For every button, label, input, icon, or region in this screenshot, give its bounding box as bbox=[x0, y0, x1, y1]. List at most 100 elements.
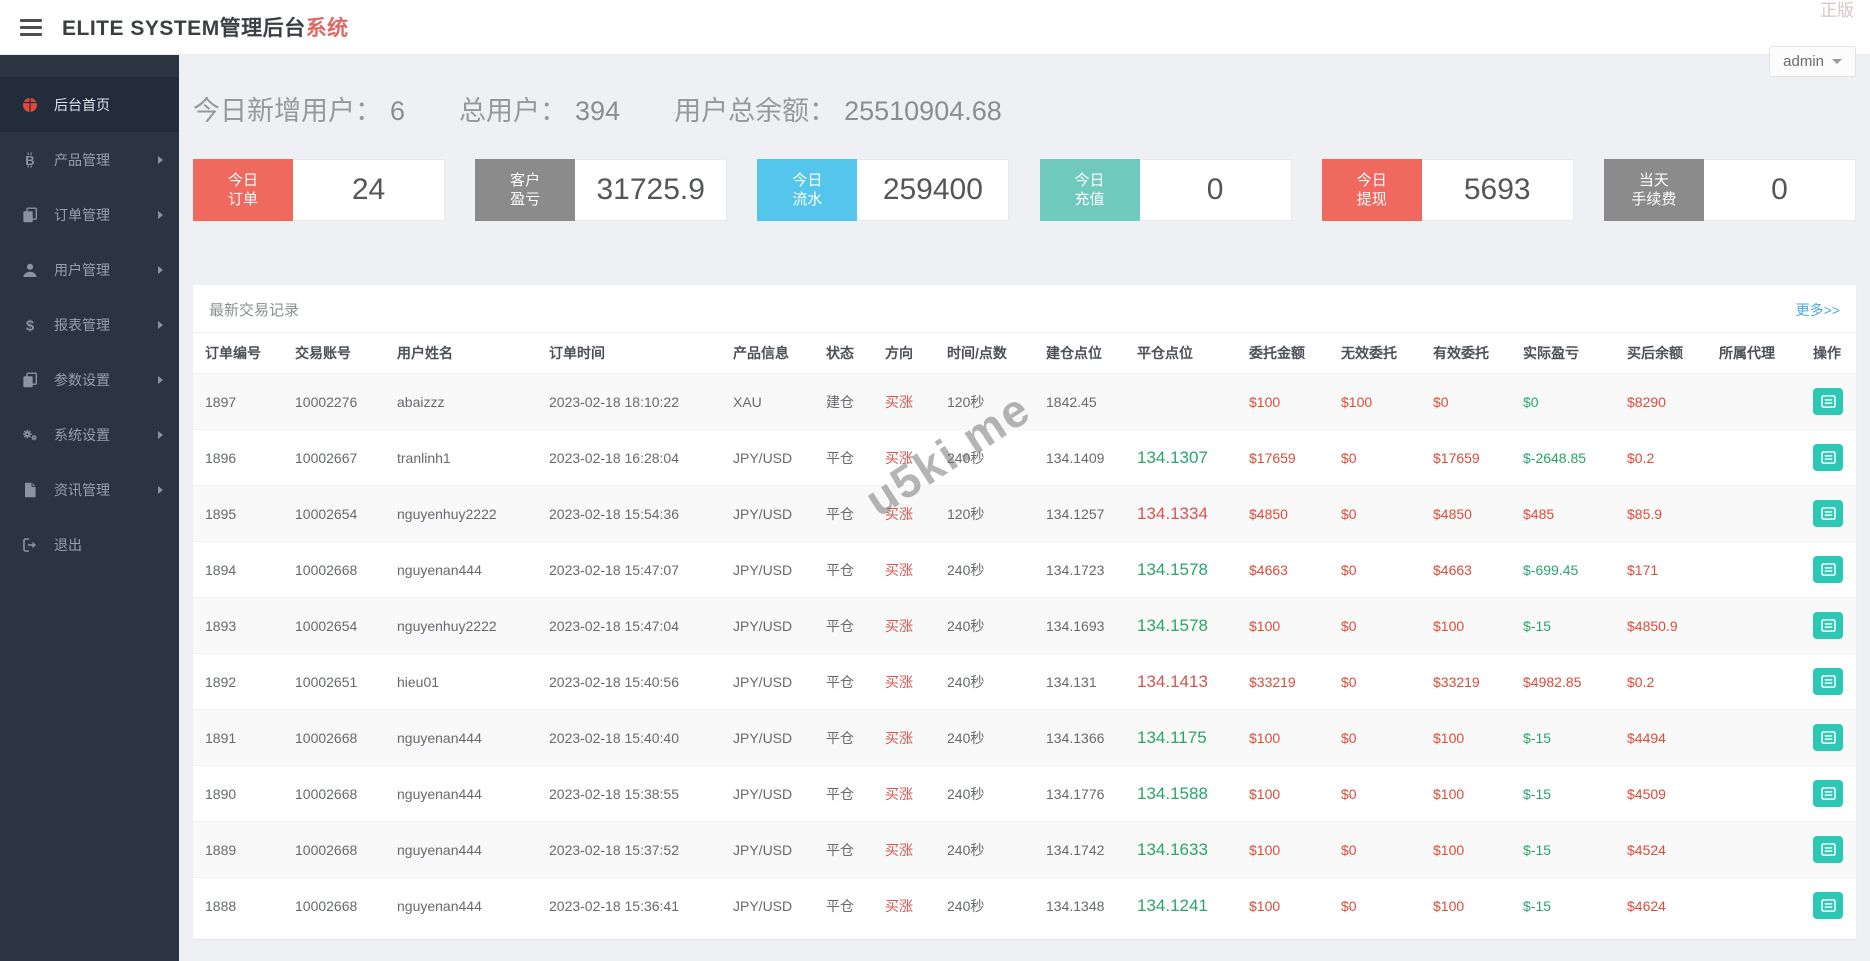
cell-open-price: 134.1742 bbox=[1034, 821, 1125, 878]
cell-close-price: 134.1175 bbox=[1125, 709, 1237, 766]
cell-user-name: nguyenhuy2222 bbox=[385, 485, 537, 542]
column-header: 交易账号 bbox=[283, 332, 385, 374]
trades-table: 订单编号 交易账号 用户姓名 订单时间 产品信息 状态 方向 时间/点数 建仓点位 平仓点位 委托金… bbox=[193, 332, 1856, 933]
cell-invalid-entrust: $0 bbox=[1329, 821, 1421, 878]
user-icon bbox=[22, 262, 42, 278]
cell-user-name: nguyenhuy2222 bbox=[385, 597, 537, 654]
row-detail-button[interactable] bbox=[1813, 556, 1843, 583]
logout-icon bbox=[22, 537, 42, 553]
row-detail-button[interactable] bbox=[1813, 780, 1843, 807]
row-detail-button[interactable] bbox=[1813, 668, 1843, 695]
row-detail-button[interactable] bbox=[1813, 388, 1843, 415]
cell-product: JPY/USD bbox=[721, 597, 814, 654]
cell-actual-profit: $0 bbox=[1511, 373, 1615, 430]
sidebar-item-label: 退出 bbox=[54, 536, 82, 553]
cell-order-time: 2023-02-18 15:54:36 bbox=[537, 485, 721, 542]
sidebar-item-logout[interactable]: 退出 bbox=[0, 517, 179, 572]
sidebar-item-label: 订单管理 bbox=[54, 206, 110, 223]
stat-card-label: 今日 订单 bbox=[193, 159, 293, 221]
cell-action bbox=[1801, 373, 1856, 430]
cell-order-time: 2023-02-18 15:36:41 bbox=[537, 877, 721, 933]
column-header: 无效委托 bbox=[1329, 332, 1421, 374]
cell-status: 平仓 bbox=[814, 429, 873, 486]
cell-invalid-entrust: $0 bbox=[1329, 485, 1421, 542]
main-content: 今日新增用户： 6 总用户： 394 用户总余额： 25510904.68 今日 订单 24 客… bbox=[179, 55, 1870, 961]
cell-duration: 240秒 bbox=[935, 541, 1034, 598]
cell-status: 平仓 bbox=[814, 709, 873, 766]
cell-duration: 240秒 bbox=[935, 765, 1034, 822]
column-header: 方向 bbox=[873, 332, 935, 374]
cell-duration: 240秒 bbox=[935, 653, 1034, 710]
more-link[interactable]: 更多>> bbox=[1796, 300, 1840, 320]
stat-group: 今日新增用户： 6 bbox=[193, 89, 405, 128]
cell-user-name: nguyenan444 bbox=[385, 765, 537, 822]
chevron-right-icon bbox=[158, 265, 163, 274]
copy-icon bbox=[22, 372, 42, 388]
hamburger-icon[interactable] bbox=[14, 13, 48, 42]
panel-title: 最新交易记录 bbox=[209, 302, 300, 319]
stat-value: 25510904.68 bbox=[844, 96, 1002, 126]
cell-product: JPY/USD bbox=[721, 541, 814, 598]
sidebar-item-params[interactable]: 参数设置 bbox=[0, 352, 179, 407]
cell-status: 平仓 bbox=[814, 765, 873, 822]
sidebar-item-news[interactable]: 资讯管理 bbox=[0, 462, 179, 517]
row-detail-button[interactable] bbox=[1813, 500, 1843, 527]
cell-order-id: 1894 bbox=[193, 541, 283, 598]
cell-balance-after: $4494 bbox=[1615, 709, 1707, 766]
chevron-right-icon bbox=[158, 320, 163, 329]
cell-balance-after: $4624 bbox=[1615, 877, 1707, 933]
cell-user-name: abaizzz bbox=[385, 373, 537, 430]
sidebar: 后台首页 B 产品管理订单管理用户管理 $ 报表管理参数设置系统设置 资讯管理退出 bbox=[0, 55, 179, 961]
cell-direction: 买涨 bbox=[873, 485, 935, 542]
cell-close-price: 134.1578 bbox=[1125, 597, 1237, 654]
cell-valid-entrust: $0 bbox=[1421, 373, 1511, 430]
cell-entrust-amount: $100 bbox=[1237, 373, 1329, 430]
cell-duration: 240秒 bbox=[935, 709, 1034, 766]
stat-card-label: 客户 盈亏 bbox=[475, 159, 576, 221]
cell-order-id: 1893 bbox=[193, 597, 283, 654]
cell-valid-entrust: $4850 bbox=[1421, 485, 1511, 542]
cell-close-price: 134.1413 bbox=[1125, 653, 1237, 710]
cell-direction: 买涨 bbox=[873, 877, 935, 933]
cell-entrust-amount: $17659 bbox=[1237, 429, 1329, 486]
cell-close-price: 134.1334 bbox=[1125, 485, 1237, 542]
row-detail-button[interactable] bbox=[1813, 612, 1843, 639]
cell-account: 10002668 bbox=[283, 541, 385, 598]
cell-open-price: 134.1723 bbox=[1034, 541, 1125, 598]
cell-invalid-entrust: $0 bbox=[1329, 541, 1421, 598]
cell-agent bbox=[1707, 429, 1801, 486]
cell-product: JPY/USD bbox=[721, 429, 814, 486]
cell-agent bbox=[1707, 765, 1801, 822]
sidebar-item-reports[interactable]: $ 报表管理 bbox=[0, 297, 179, 352]
sidebar-item-orders[interactable]: 订单管理 bbox=[0, 187, 179, 242]
row-detail-button[interactable] bbox=[1813, 836, 1843, 863]
table-row: 1894 10002668 nguyenan444 2023-02-18 15:47:… bbox=[193, 541, 1856, 598]
cell-agent bbox=[1707, 821, 1801, 878]
cell-actual-profit: $485 bbox=[1511, 485, 1615, 542]
sidebar-item-system[interactable]: 系统设置 bbox=[0, 407, 179, 462]
cell-user-name: tranlinh1 bbox=[385, 429, 537, 486]
cell-product: JPY/USD bbox=[721, 485, 814, 542]
cell-order-id: 1896 bbox=[193, 429, 283, 486]
sidebar-item-dashboard[interactable]: 后台首页 bbox=[0, 77, 179, 132]
cell-balance-after: $8290 bbox=[1615, 373, 1707, 430]
user-menu[interactable]: admin bbox=[1769, 46, 1856, 77]
stat-card-label: 今日 提现 bbox=[1321, 159, 1422, 221]
cell-actual-profit: $-699.45 bbox=[1511, 541, 1615, 598]
cell-entrust-amount: $4663 bbox=[1237, 541, 1329, 598]
cell-actual-profit: $-15 bbox=[1511, 877, 1615, 933]
row-detail-button[interactable] bbox=[1813, 444, 1843, 471]
svg-text:$: $ bbox=[26, 317, 35, 333]
sidebar-item-products[interactable]: B 产品管理 bbox=[0, 132, 179, 187]
cell-open-price: 134.1348 bbox=[1034, 877, 1125, 933]
cell-order-id: 1888 bbox=[193, 877, 283, 933]
row-detail-button[interactable] bbox=[1813, 892, 1843, 919]
sidebar-item-label: 参数设置 bbox=[54, 371, 110, 388]
cell-action bbox=[1801, 821, 1856, 878]
cell-order-time: 2023-02-18 15:40:56 bbox=[537, 653, 721, 710]
stat-card-label-line: 订单 bbox=[227, 191, 258, 208]
sidebar-item-users[interactable]: 用户管理 bbox=[0, 242, 179, 297]
cell-agent bbox=[1707, 877, 1801, 933]
cell-order-id: 1890 bbox=[193, 765, 283, 822]
row-detail-button[interactable] bbox=[1813, 724, 1843, 751]
